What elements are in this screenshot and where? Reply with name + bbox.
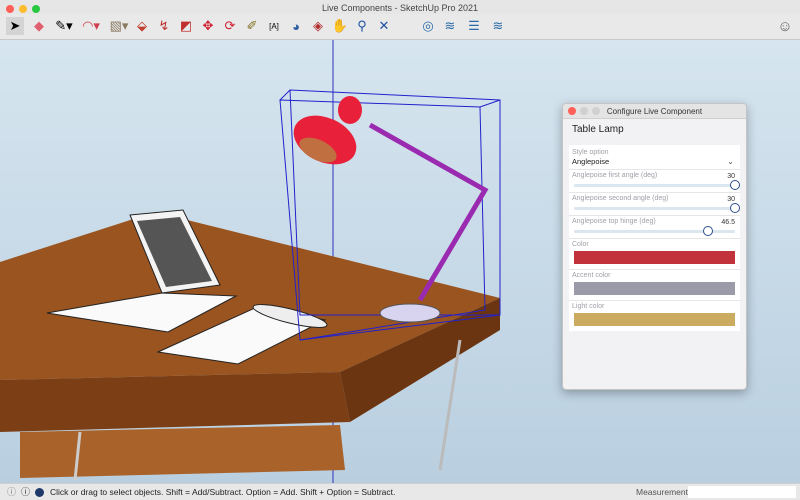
account-icon[interactable]: ☺	[776, 17, 794, 35]
dialog-zoom-button	[592, 107, 600, 115]
rotate-tool-icon[interactable]: ⟳	[221, 17, 239, 35]
measurements-label: Measurements	[636, 487, 693, 497]
style-option-select[interactable]: Style option Anglepoise ⌄	[569, 145, 740, 170]
desk-shelf	[20, 425, 345, 478]
light-color-field: Light color	[569, 301, 740, 331]
layers-icon[interactable]: ☰	[465, 17, 483, 35]
orbit-tool-icon[interactable]: ◈	[309, 17, 327, 35]
eraser-tool-icon[interactable]: ◆	[30, 17, 48, 35]
window-title: Live Components - SketchUp Pro 2021	[321, 3, 479, 13]
slider-track[interactable]	[574, 203, 740, 213]
accent-color-label: Accent color	[572, 272, 611, 279]
slider-knob[interactable]	[730, 203, 740, 213]
zoom-window-button[interactable]	[32, 5, 40, 13]
slider-label: Anglepoise first angle (deg)	[572, 172, 658, 179]
slider-value: 30	[727, 173, 735, 180]
dialog-title: Configure Live Component	[606, 107, 703, 116]
status-bar: ⓘ ⓘ Click or drag to select objects. Shi…	[0, 483, 800, 500]
slider-knob[interactable]	[702, 226, 713, 236]
accent-color-swatch[interactable]	[574, 282, 735, 295]
minimize-window-button[interactable]	[19, 5, 27, 13]
text-tool-icon[interactable]: [A]	[265, 17, 283, 35]
move-tool-icon[interactable]: ✥	[199, 17, 217, 35]
close-window-button[interactable]	[6, 5, 14, 13]
slider-top-hinge: Anglepoise top hinge (deg) 46.5	[569, 216, 740, 239]
configure-live-component-dialog: Configure Live Component Table Lamp Styl…	[562, 103, 747, 390]
zoom-tool-icon[interactable]: ⚲	[353, 17, 371, 35]
slider-track[interactable]	[574, 180, 740, 190]
slider-label: Anglepoise second angle (deg)	[572, 195, 669, 202]
geo-location-icon[interactable]: ⓘ	[7, 484, 16, 500]
slider-label: Anglepoise top hinge (deg)	[572, 218, 656, 225]
style-option-value: Anglepoise	[572, 157, 610, 166]
chevron-down-icon: ⌄	[727, 157, 734, 166]
shape-tool-icon[interactable]: ▧▾	[110, 17, 129, 35]
light-color-label: Light color	[572, 303, 605, 310]
arc-tool-icon[interactable]: ◠▾	[82, 17, 100, 35]
color-swatch[interactable]	[574, 251, 735, 264]
paint-bucket-tool-icon[interactable]: ◕	[287, 17, 305, 35]
lamp-shade-top	[338, 96, 362, 124]
zoom-extents-tool-icon[interactable]: ✕	[375, 17, 393, 35]
slider-first-angle: Anglepoise first angle (deg) 30	[569, 170, 740, 193]
component-name: Table Lamp	[572, 124, 624, 135]
scenes-icon[interactable]: ≋	[489, 17, 507, 35]
measurements-input[interactable]	[688, 486, 796, 498]
title-bar: Live Components - SketchUp Pro 2021	[0, 0, 800, 14]
user-icon[interactable]	[35, 488, 44, 497]
push-pull-tool-icon[interactable]: ⬙	[133, 17, 151, 35]
lamp-base	[379, 303, 441, 323]
light-color-swatch[interactable]	[574, 313, 735, 326]
desk-front	[0, 372, 350, 432]
color-label: Color	[572, 241, 589, 248]
style-option-label: Style option	[572, 149, 609, 156]
dialog-close-button[interactable]	[568, 107, 576, 115]
slider-value: 46.5	[721, 219, 735, 226]
accent-color-field: Accent color	[569, 270, 740, 301]
pan-tool-icon[interactable]: ✋	[331, 17, 349, 35]
3d-warehouse-icon[interactable]: ≋	[441, 17, 459, 35]
color-field: Color	[569, 239, 740, 270]
slider-value: 30	[727, 196, 735, 203]
toolbar: ➤ ◆ ✎▾ ◠▾ ▧▾ ⬙ ↯ ◩ ✥ ⟳ ✐ [A] ◕ ◈ ✋ ⚲ ✕ ◎…	[0, 14, 800, 40]
slider-knob[interactable]	[730, 180, 740, 190]
credits-icon[interactable]: ⓘ	[21, 484, 30, 500]
follow-me-tool-icon[interactable]: ↯	[155, 17, 173, 35]
slider-track[interactable]	[574, 226, 735, 236]
tape-measure-tool-icon[interactable]: ✐	[243, 17, 261, 35]
extension-warehouse-icon[interactable]: ◎	[419, 17, 437, 35]
offset-tool-icon[interactable]: ◩	[177, 17, 195, 35]
pencil-line-tool-icon[interactable]: ✎▾	[55, 17, 73, 35]
dialog-minimize-button	[580, 107, 588, 115]
dialog-title-bar[interactable]: Configure Live Component	[563, 104, 746, 119]
status-message: Click or drag to select objects. Shift =…	[50, 487, 396, 497]
slider-second-angle: Anglepoise second angle (deg) 30	[569, 193, 740, 216]
select-tool-icon[interactable]: ➤	[6, 17, 24, 35]
